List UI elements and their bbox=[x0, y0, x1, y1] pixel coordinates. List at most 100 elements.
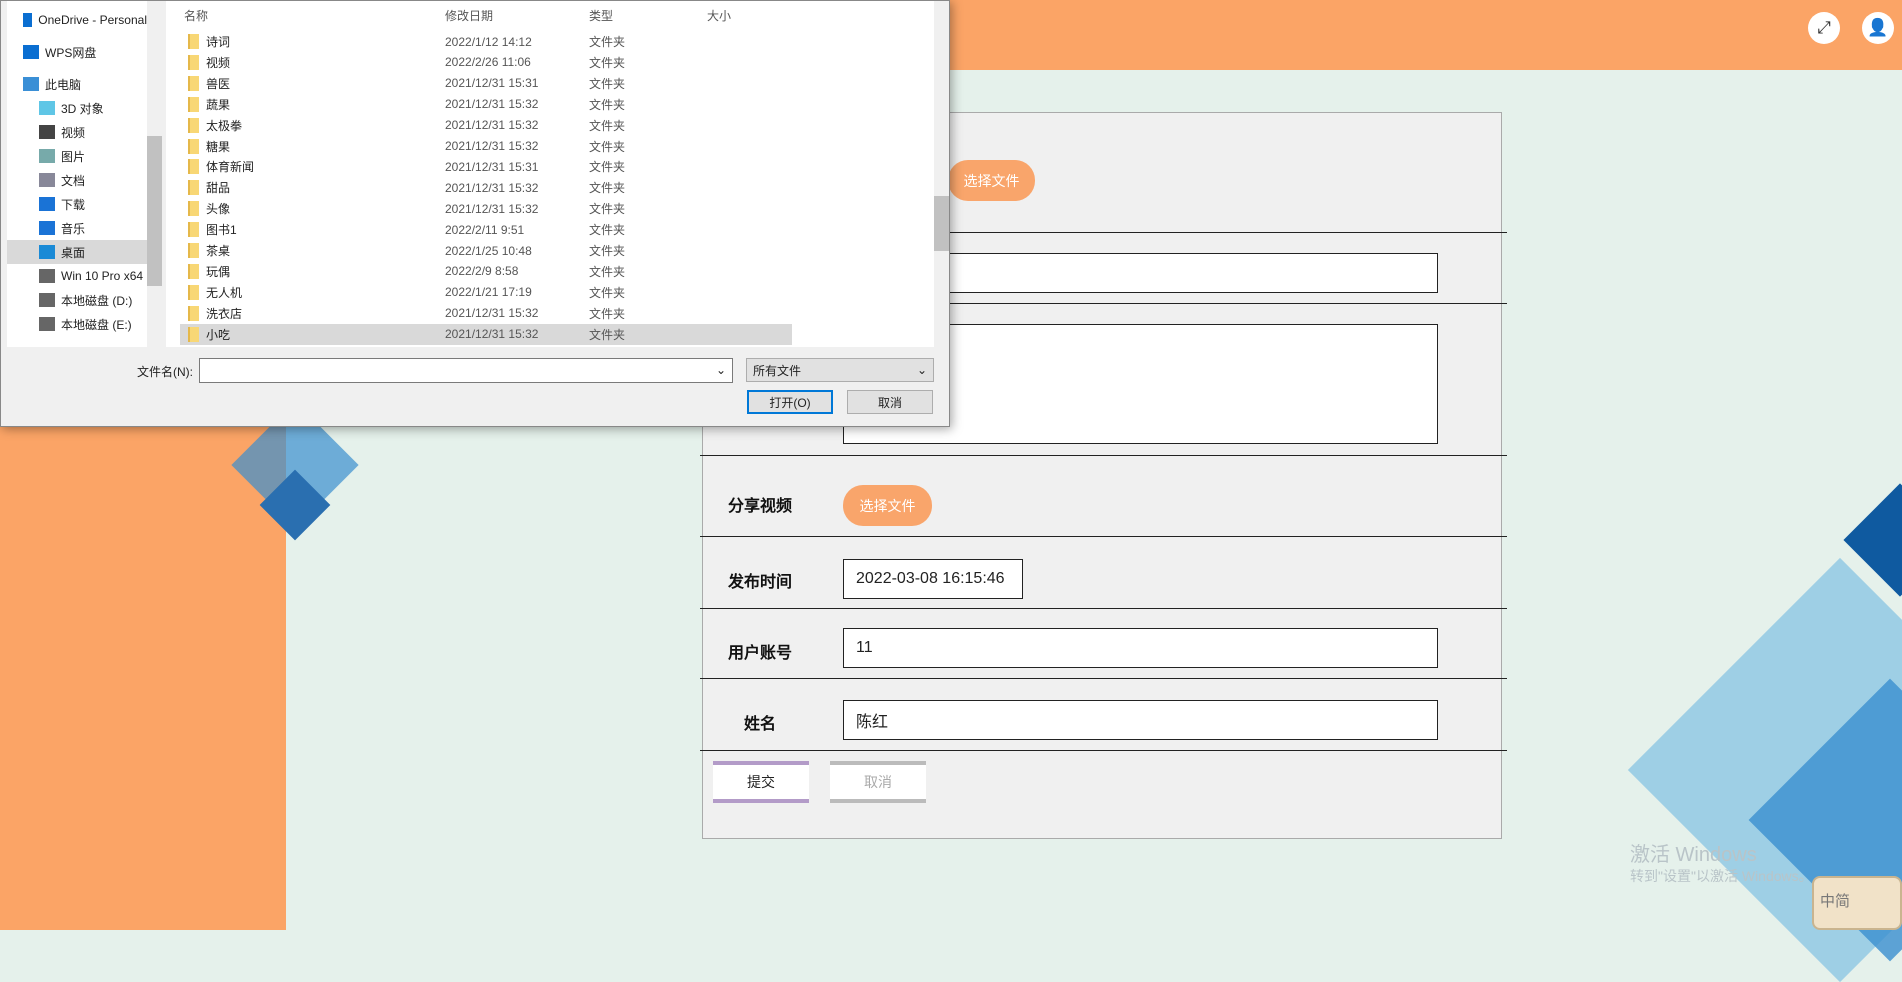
nav-item[interactable]: 下载 bbox=[7, 192, 147, 216]
scroll-thumb[interactable] bbox=[934, 196, 949, 251]
ime-badge[interactable]: 中简 bbox=[1812, 876, 1902, 930]
cloud-icon bbox=[23, 13, 33, 27]
expand-icon: ⤢ bbox=[1817, 18, 1831, 37]
folder-icon bbox=[188, 263, 199, 279]
file-row[interactable]: 小吃 2021/12/31 15:32 文件夹 bbox=[180, 323, 792, 345]
file-date: 2022/1/12 14:12 bbox=[445, 34, 532, 49]
download-icon bbox=[39, 197, 55, 211]
nav-item-label: 桌面 bbox=[61, 245, 86, 260]
folder-icon bbox=[188, 284, 199, 300]
file-row[interactable]: 玩偶 2022/2/9 8:58 文件夹 bbox=[180, 261, 792, 282]
nav-item[interactable]: 此电脑 bbox=[7, 72, 147, 96]
open-button[interactable]: 打开(O) bbox=[747, 390, 833, 414]
nav-item[interactable]: OneDrive - Personal bbox=[7, 8, 147, 32]
drive-icon bbox=[39, 269, 55, 283]
file-row[interactable]: 图书1 2022/2/11 9:51 文件夹 bbox=[180, 219, 792, 240]
nav-item[interactable]: 本地磁盘 (D:) bbox=[7, 288, 147, 312]
scroll-thumb[interactable] bbox=[147, 136, 162, 286]
file-date: 2021/12/31 15:32 bbox=[445, 118, 539, 133]
nav-item[interactable]: 3D 对象 bbox=[7, 96, 147, 120]
file-type: 文件夹 bbox=[589, 306, 626, 321]
nav-pane: OneDrive - Personal WPS网盘此电脑 3D 对象 视频图片文档 下载… bbox=[7, 1, 147, 347]
file-name: 图书1 bbox=[206, 223, 237, 238]
file-type: 文件夹 bbox=[589, 55, 626, 70]
file-row[interactable]: 无人机 2022/1/21 17:19 文件夹 bbox=[180, 282, 792, 303]
file-date: 2022/2/26 11:06 bbox=[445, 55, 531, 70]
file-row[interactable]: 体育新闻 2021/12/31 15:31 文件夹 bbox=[180, 156, 792, 177]
nav-item[interactable]: 音乐 bbox=[7, 216, 147, 240]
file-name: 玩偶 bbox=[206, 264, 231, 279]
folder-icon bbox=[188, 54, 199, 70]
drive-icon bbox=[39, 317, 55, 331]
file-date: 2021/12/31 15:31 bbox=[445, 159, 539, 174]
file-row[interactable]: 茶桌 2022/1/25 10:48 文件夹 bbox=[180, 240, 792, 261]
file-row[interactable]: 视频 2022/2/26 11:06 文件夹 bbox=[180, 52, 792, 73]
file-name: 诗词 bbox=[206, 35, 231, 49]
nav-item-label: WPS网盘 bbox=[45, 45, 97, 60]
dialog-cancel-button[interactable]: 取消 bbox=[847, 390, 933, 414]
column-date[interactable]: 修改日期 bbox=[445, 7, 493, 24]
file-date: 2021/12/31 15:32 bbox=[445, 139, 539, 153]
file-date: 2022/1/25 10:48 bbox=[445, 243, 532, 258]
time-input[interactable]: 2022-03-08 16:15:46 bbox=[843, 559, 1023, 599]
folder-icon bbox=[188, 222, 199, 238]
nav-item[interactable]: Win 10 Pro x64 bbox=[7, 264, 147, 288]
divider bbox=[700, 455, 1507, 456]
file-row[interactable]: 洗衣店 2021/12/31 15:32 文件夹 bbox=[180, 303, 792, 324]
watermark-subtitle: 转到"设置"以激活 Windows。 bbox=[1630, 868, 1813, 884]
folder-icon bbox=[188, 326, 199, 342]
nav-item[interactable]: 文档 bbox=[7, 168, 147, 192]
nav-item-label: 图片 bbox=[61, 149, 86, 164]
file-row[interactable]: 蔬果 2021/12/31 15:32 文件夹 bbox=[180, 94, 792, 115]
column-name[interactable]: 名称 bbox=[184, 7, 208, 24]
folder-icon bbox=[188, 138, 199, 154]
filter-value: 所有文件 bbox=[753, 363, 802, 378]
file-name: 头像 bbox=[206, 202, 231, 217]
file-row[interactable]: 诗词 2022/1/12 14:12 文件夹 bbox=[180, 31, 792, 52]
column-type[interactable]: 类型 bbox=[589, 7, 613, 24]
list-scrollbar[interactable] bbox=[934, 1, 949, 347]
user-button[interactable]: 👤 bbox=[1862, 12, 1894, 44]
file-list: 名称 修改日期 类型 大小 诗词 2022/1/12 14:12 文件夹 视频 2022… bbox=[166, 1, 936, 347]
filename-label: 文件名(N): bbox=[137, 365, 193, 379]
cube-icon bbox=[39, 101, 55, 115]
file-name: 茶桌 bbox=[206, 244, 231, 258]
file-row[interactable]: 太极拳 2021/12/31 15:32 文件夹 bbox=[180, 115, 792, 136]
file-type: 文件夹 bbox=[589, 118, 626, 133]
nav-item[interactable]: 视频 bbox=[7, 120, 147, 144]
nav-item[interactable]: 桌面 bbox=[7, 240, 147, 264]
file-type: 文件夹 bbox=[589, 35, 626, 49]
file-row[interactable]: 头像 2021/12/31 15:32 文件夹 bbox=[180, 198, 792, 219]
file-row[interactable]: 兽医 2021/12/31 15:31 文件夹 bbox=[180, 73, 792, 94]
time-label: 发布时间 bbox=[727, 574, 792, 591]
nav-item[interactable]: 本地磁盘 (E:) bbox=[7, 312, 147, 336]
file-name: 无人机 bbox=[206, 285, 243, 300]
file-type: 文件夹 bbox=[589, 244, 626, 258]
nav-item[interactable]: 图片 bbox=[7, 144, 147, 168]
submit-button[interactable]: 提交 bbox=[713, 761, 809, 803]
filter-select[interactable]: 所有文件 ⌄ bbox=[746, 358, 934, 382]
file-type: 文件夹 bbox=[589, 264, 626, 279]
video-file-button[interactable]: 选择文件 bbox=[843, 485, 932, 526]
file-name: 糖果 bbox=[206, 139, 231, 154]
fullscreen-button[interactable]: ⤢ bbox=[1808, 12, 1840, 44]
nav-item-label: Win 10 Pro x64 bbox=[61, 269, 144, 283]
file-row[interactable]: 糖果 2021/12/31 15:32 文件夹 bbox=[180, 136, 792, 157]
file-name: 体育新闻 bbox=[206, 160, 255, 175]
file-row[interactable]: 甜品 2021/12/31 15:32 文件夹 bbox=[180, 177, 792, 198]
column-size[interactable]: 大小 bbox=[707, 7, 731, 24]
file-date: 2021/12/31 15:32 bbox=[445, 201, 539, 216]
name-input[interactable]: 陈红 bbox=[843, 700, 1438, 740]
account-input[interactable]: 11 bbox=[843, 628, 1438, 668]
file-date: 2021/12/31 15:32 bbox=[445, 180, 539, 195]
file-type: 文件夹 bbox=[589, 97, 626, 112]
nav-item[interactable]: WPS网盘 bbox=[7, 40, 147, 64]
filename-input[interactable]: ⌄ bbox=[199, 358, 733, 383]
folder-icon bbox=[188, 117, 199, 133]
file-name: 太极拳 bbox=[206, 118, 243, 133]
file-date: 2021/12/31 15:32 bbox=[445, 327, 539, 342]
cancel-button[interactable]: 取消 bbox=[830, 761, 926, 803]
upload-file-button[interactable]: 选择文件 bbox=[948, 160, 1035, 201]
nav-scrollbar[interactable] bbox=[147, 1, 162, 347]
desktop-icon bbox=[39, 245, 55, 259]
